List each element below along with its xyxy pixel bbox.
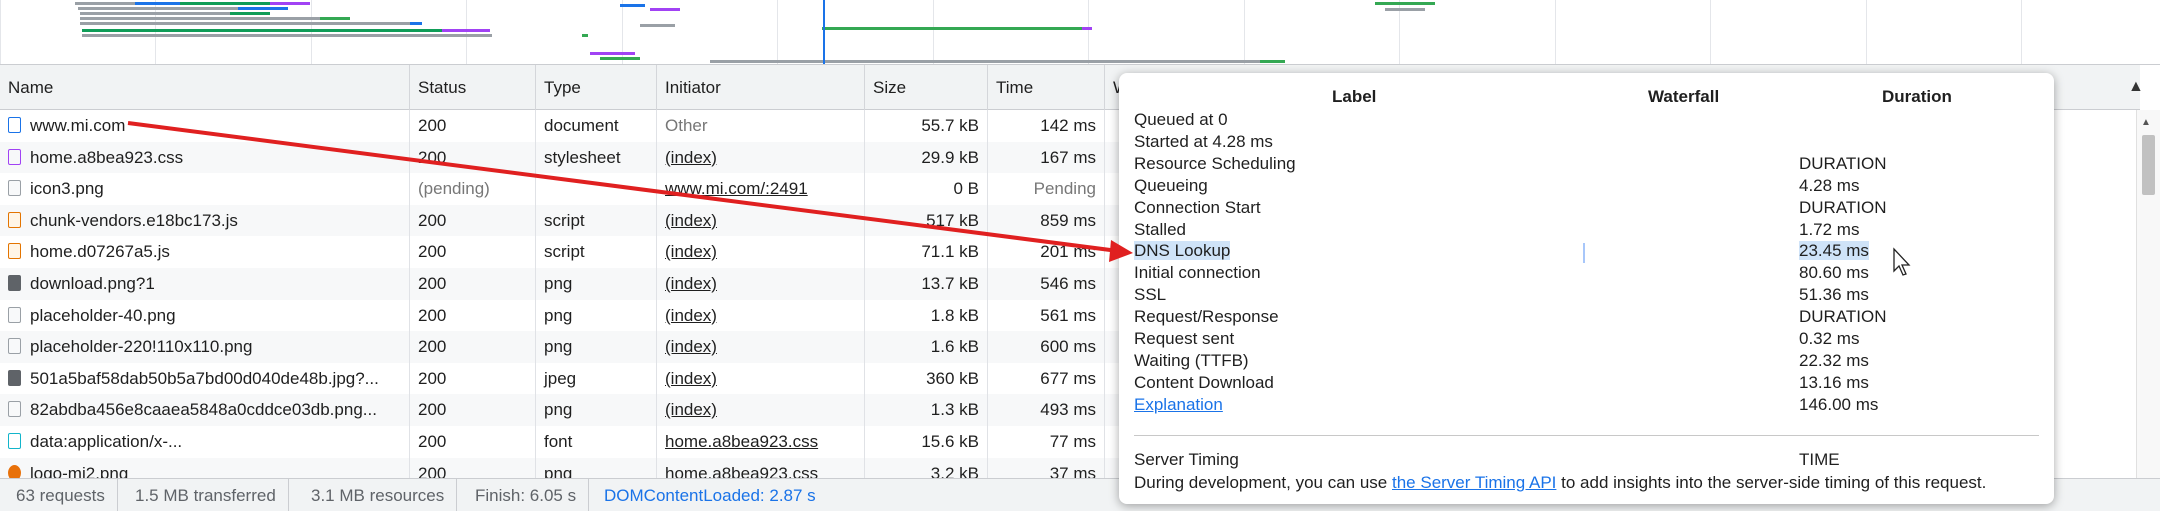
annotation-arrow xyxy=(127,121,1133,262)
